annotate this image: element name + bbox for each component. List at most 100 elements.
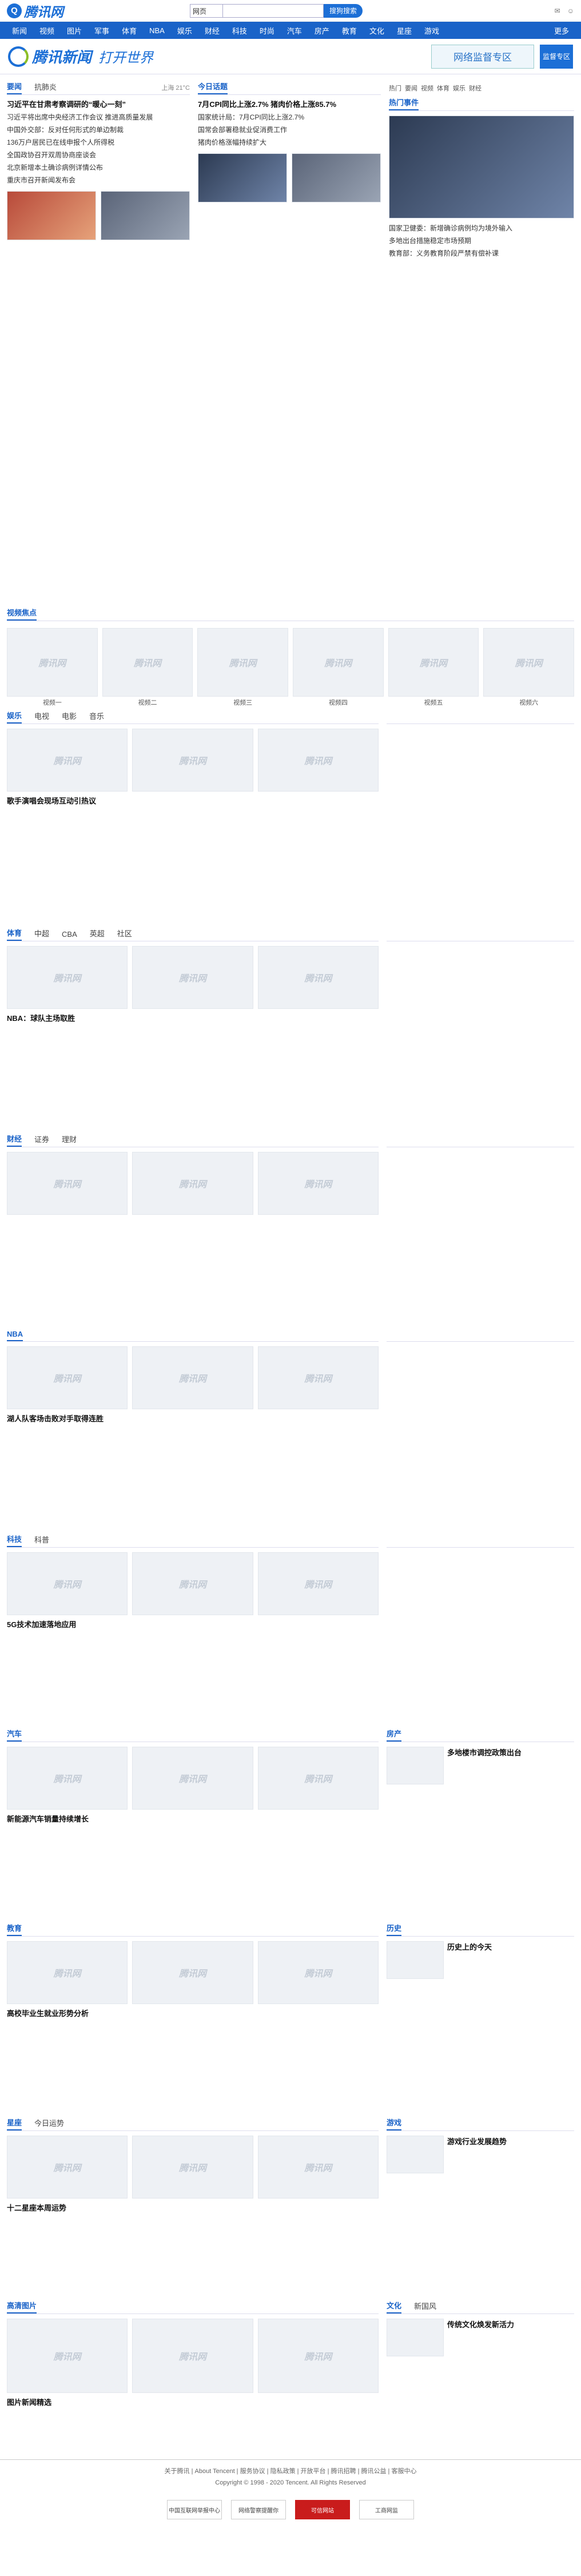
tab-ent[interactable]: 娱乐: [7, 710, 22, 723]
finance-image[interactable]: 腾讯网: [257, 1152, 379, 1215]
tab-sports[interactable]: 社区: [117, 928, 132, 941]
history-image[interactable]: [387, 1941, 444, 1979]
edu-image[interactable]: 腾讯网: [7, 1941, 128, 2004]
tab-culture[interactable]: 文化: [387, 2300, 402, 2313]
tab-sports[interactable]: 中超: [34, 928, 49, 941]
video-thumbnail[interactable]: 腾讯网: [7, 628, 98, 697]
nav-item[interactable]: 房产: [308, 25, 336, 36]
sidebar-tab[interactable]: 体育: [437, 84, 449, 93]
nav-item[interactable]: 文化: [363, 25, 391, 36]
games-image[interactable]: [387, 2136, 444, 2173]
tab-culture[interactable]: 新国风: [414, 2300, 436, 2313]
astro-image[interactable]: 腾讯网: [132, 2136, 253, 2199]
auto-image[interactable]: 腾讯网: [7, 1747, 128, 1810]
sidebar-tab[interactable]: 财经: [469, 84, 481, 93]
nav-item[interactable]: NBA: [143, 26, 171, 35]
tab-sports[interactable]: 体育: [7, 927, 22, 941]
tab-finance[interactable]: 理财: [62, 1134, 77, 1147]
list-item[interactable]: 猪肉价格涨幅持续扩大: [198, 136, 381, 149]
finance-image[interactable]: 腾讯网: [7, 1152, 128, 1215]
ent-image[interactable]: 腾讯网: [7, 729, 128, 792]
news-image[interactable]: [7, 191, 96, 240]
tab-today[interactable]: 今日话题: [198, 81, 228, 94]
video-thumbnail[interactable]: 腾讯网: [102, 628, 193, 697]
tab-nba[interactable]: NBA: [7, 1330, 23, 1341]
video-card[interactable]: 腾讯网 视频五: [388, 628, 479, 707]
sports-image[interactable]: 腾讯网: [257, 946, 379, 1009]
today-image[interactable]: [198, 153, 287, 202]
report-center-badge[interactable]: 中国互联网举报中心: [167, 2500, 222, 2519]
list-item[interactable]: 重庆市召开新闻发布会: [7, 174, 190, 186]
tab-anti-covid[interactable]: 抗肺炎: [34, 81, 57, 94]
list-item[interactable]: 136万户居民已在线申报个人所得税: [7, 136, 190, 149]
search-button[interactable]: 搜狗搜索: [324, 3, 363, 18]
list-item[interactable]: 习近平在甘肃考察调研的“暖心一刻”: [7, 98, 190, 111]
nav-item[interactable]: 财经: [198, 25, 226, 36]
ent-image[interactable]: 腾讯网: [132, 729, 253, 792]
tab-astro[interactable]: 星座: [7, 2117, 22, 2130]
nav-item[interactable]: 新闻: [6, 25, 33, 36]
nba-image[interactable]: 腾讯网: [132, 1346, 253, 1409]
photos-image[interactable]: 腾讯网: [7, 2319, 128, 2393]
tech-image[interactable]: 腾讯网: [7, 1552, 128, 1615]
business-badge[interactable]: 工商网监: [359, 2500, 414, 2519]
video-thumbnail[interactable]: 腾讯网: [483, 628, 575, 697]
nba-image[interactable]: 腾讯网: [257, 1346, 379, 1409]
list-item[interactable]: 教育部：义务教育阶段严禁有偿补课: [389, 247, 574, 260]
video-thumbnail[interactable]: 腾讯网: [388, 628, 479, 697]
finance-headline[interactable]: [7, 1218, 379, 1231]
banner-supervision-box[interactable]: 网络监督专区: [431, 44, 534, 69]
edu-headline[interactable]: 高校毕业生就业形势分析: [7, 2007, 379, 2020]
auto-headline[interactable]: 新能源汽车销量持续增长: [7, 1813, 379, 1826]
nav-item[interactable]: 游戏: [418, 25, 445, 36]
police-badge[interactable]: 网络警察提醒你: [231, 2500, 286, 2519]
sports-image[interactable]: 腾讯网: [7, 946, 128, 1009]
tab-finance[interactable]: 财经: [7, 1133, 22, 1147]
tab-photos[interactable]: 高清图片: [7, 2300, 37, 2313]
banner-supervision-tag[interactable]: 监督专区: [540, 44, 573, 69]
video-thumbnail[interactable]: 腾讯网: [197, 628, 289, 697]
nav-item[interactable]: 时尚: [253, 25, 281, 36]
house-headline[interactable]: 多地楼市调控政策出台: [447, 1747, 522, 1759]
nav-item[interactable]: 教育: [336, 25, 363, 36]
sidebar-tab[interactable]: 娱乐: [453, 84, 465, 93]
tech-image[interactable]: 腾讯网: [257, 1552, 379, 1615]
nav-item[interactable]: 更多: [548, 25, 575, 36]
video-thumbnail[interactable]: 腾讯网: [293, 628, 384, 697]
culture-headline[interactable]: 传统文化焕发新活力: [447, 2319, 514, 2331]
sidebar-tab[interactable]: 视频: [421, 84, 433, 93]
auto-image[interactable]: 腾讯网: [132, 1747, 253, 1810]
photos-image[interactable]: 腾讯网: [257, 2319, 379, 2393]
sidebar-tab[interactable]: 要闻: [405, 84, 417, 93]
nav-item[interactable]: 星座: [391, 25, 418, 36]
sports-image[interactable]: 腾讯网: [132, 946, 253, 1009]
ent-image[interactable]: 腾讯网: [257, 729, 379, 792]
list-item[interactable]: 全国政协召开双周协商座谈会: [7, 149, 190, 161]
nba-headline[interactable]: 湖人队客场击败对手取得连胜: [7, 1413, 379, 1425]
house-image[interactable]: [387, 1747, 444, 1784]
tech-image[interactable]: 腾讯网: [132, 1552, 253, 1615]
tab-sports[interactable]: 英超: [90, 928, 105, 941]
nav-item[interactable]: 娱乐: [171, 25, 198, 36]
tab-astro[interactable]: 今日运势: [34, 2117, 64, 2130]
astro-image[interactable]: 腾讯网: [7, 2136, 128, 2199]
nav-item[interactable]: 军事: [88, 25, 116, 36]
list-item[interactable]: 7月CPI同比上涨2.7% 猪肉价格上涨85.7%: [198, 98, 381, 111]
tab-finance[interactable]: 证券: [34, 1134, 49, 1147]
video-card[interactable]: 腾讯网 视频一: [7, 628, 98, 707]
news-image[interactable]: [101, 191, 190, 240]
list-item[interactable]: 中国外交部：反对任何形式的单边制裁: [7, 124, 190, 136]
search-input[interactable]: [223, 3, 324, 18]
trusted-site-badge[interactable]: 可信网站: [295, 2500, 350, 2519]
list-item[interactable]: 国家卫健委：新增确诊病例均为境外输入: [389, 222, 574, 234]
history-headline[interactable]: 历史上的今天: [447, 1941, 492, 1954]
finance-image[interactable]: 腾讯网: [132, 1152, 253, 1215]
tab-news[interactable]: 要闻: [7, 81, 22, 94]
tab-ent[interactable]: 音乐: [89, 710, 104, 723]
astro-headline[interactable]: 十二星座本周运势: [7, 2202, 379, 2215]
search-type-select[interactable]: 网页: [190, 3, 223, 18]
sports-headline[interactable]: NBA：球队主场取胜: [7, 1012, 379, 1025]
culture-image[interactable]: [387, 2319, 444, 2356]
tab-ent[interactable]: 电影: [62, 710, 77, 723]
nav-item[interactable]: 汽车: [281, 25, 308, 36]
